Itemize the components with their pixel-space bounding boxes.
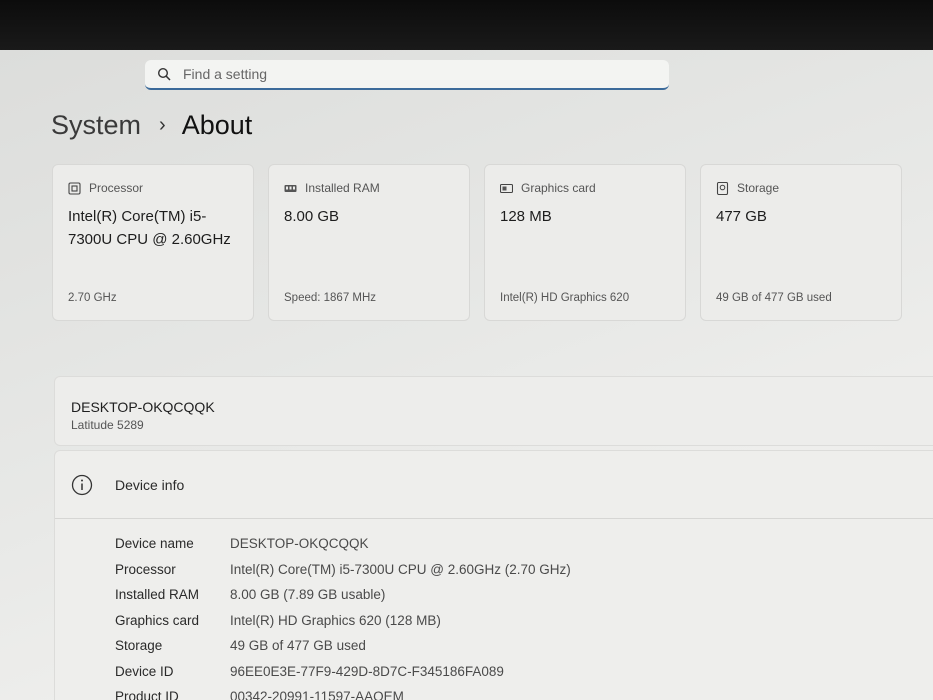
device-info-header[interactable]: Device info: [55, 451, 933, 519]
page-title: About: [181, 110, 253, 140]
card-label: Graphics card: [521, 181, 596, 195]
card-value: Intel(R) Core(TM) i5-7300U CPU @ 2.60GHz: [68, 208, 231, 248]
card-value: 477 GB: [716, 208, 767, 225]
graphics-card-icon: [500, 183, 513, 193]
info-key: Storage: [115, 638, 163, 654]
card-graphics-card: Graphics card 128 MB Intel(R) HD Graphic…: [484, 164, 686, 321]
card-value: 8.00 GB: [284, 208, 340, 225]
processor-icon: [68, 181, 81, 195]
info-key: Graphics card: [115, 612, 200, 628]
card-subtext: Speed: 1867 MHz: [284, 292, 377, 304]
card-installed-ram: Installed RAM 8.00 GB Speed: 1867 MHz: [268, 164, 470, 321]
ram-icon: [284, 184, 297, 192]
info-row-graphics-card: Graphics card Intel(R) HD Graphics 620 (…: [115, 608, 571, 634]
search-box[interactable]: [145, 60, 669, 90]
spec-cards: Processor Intel(R) Core(TM) i5-7300U CPU…: [52, 164, 933, 322]
info-key: Device ID: [115, 663, 174, 679]
info-value: 49 GB of 477 GB used: [230, 638, 366, 654]
info-value: 8.00 GB (7.89 GB usable): [230, 587, 386, 603]
info-row-installed-ram: Installed RAM 8.00 GB (7.89 GB usable): [115, 582, 571, 608]
device-info-rows: Device name DESKTOP-OKQCQQK Processor In…: [115, 531, 571, 700]
monitor-bezel: [0, 0, 933, 52]
info-key: Processor: [115, 561, 176, 577]
card-storage: Storage 477 GB 49 GB of 477 GB used: [700, 164, 902, 321]
info-row-storage: Storage 49 GB of 477 GB used: [115, 633, 571, 659]
info-row-device-id: Device ID 96EE0E3E-77F9-429D-8D7C-F34518…: [115, 659, 571, 685]
search-input[interactable]: [183, 66, 623, 82]
breadcrumb-system-link[interactable]: System: [51, 110, 141, 141]
card-label: Storage: [737, 181, 780, 195]
chevron-right-icon: ›: [159, 114, 166, 136]
device-name-panel: DESKTOP-OKQCQQK Latitude 5289: [54, 376, 933, 446]
info-key: Device name: [115, 536, 194, 552]
info-row-device-name: Device name DESKTOP-OKQCQQK: [115, 531, 571, 557]
info-key: Installed RAM: [115, 587, 200, 603]
info-row-product-id: Product ID 00342-20991-11597-AAOEM: [115, 684, 571, 700]
info-row-processor: Processor Intel(R) Core(TM) i5-7300U CPU…: [115, 557, 571, 583]
card-processor: Processor Intel(R) Core(TM) i5-7300U CPU…: [52, 164, 254, 321]
card-subtext: 2.70 GHz: [68, 292, 117, 304]
card-label: Installed RAM: [305, 181, 380, 195]
device-info-title: Device info: [115, 476, 185, 493]
card-subtext: 49 GB of 477 GB used: [716, 292, 832, 304]
card-subtext: Intel(R) HD Graphics 620: [500, 292, 630, 304]
info-value: 96EE0E3E-77F9-429D-8D7C-F345186FA089: [230, 663, 504, 679]
search-icon: [157, 67, 171, 81]
device-model: Latitude 5289: [71, 418, 144, 432]
card-label: Processor: [89, 181, 144, 195]
storage-icon: [716, 181, 729, 195]
info-value: 00342-20991-11597-AAOEM: [230, 689, 404, 700]
info-value: Intel(R) HD Graphics 620 (128 MB): [230, 612, 441, 628]
card-value: 128 MB: [500, 208, 552, 225]
device-name: DESKTOP-OKQCQQK: [71, 399, 215, 415]
device-info-panel: Device info Device name DESKTOP-OKQCQQK …: [54, 450, 933, 700]
info-value: DESKTOP-OKQCQQK: [230, 536, 369, 552]
breadcrumb: System › About: [51, 110, 252, 141]
info-key: Product ID: [115, 689, 179, 700]
info-value: Intel(R) Core(TM) i5-7300U CPU @ 2.60GHz…: [230, 561, 571, 577]
info-icon: [71, 474, 93, 495]
settings-window: System › About Processor Intel(R) Core(T…: [0, 50, 933, 700]
